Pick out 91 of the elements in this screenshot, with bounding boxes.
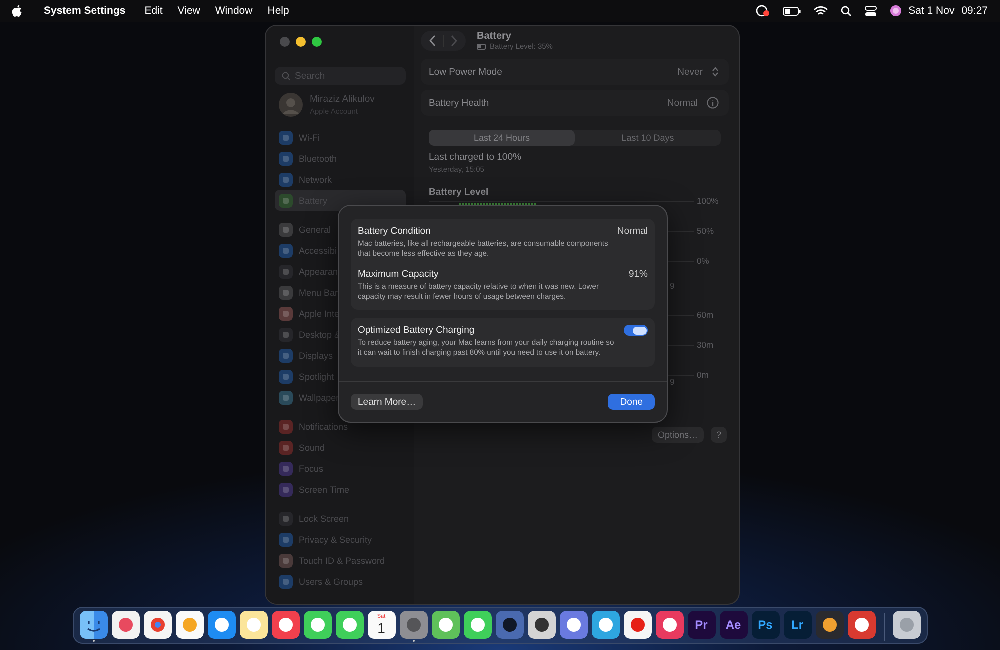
app-icon[interactable] — [560, 611, 588, 639]
setting-tile-icon — [279, 194, 293, 208]
zoom-button[interactable] — [312, 37, 322, 47]
app-icon[interactable] — [176, 611, 204, 639]
pane-title: Battery — [477, 31, 512, 42]
app-icon[interactable] — [656, 611, 684, 639]
done-button[interactable]: Done — [608, 394, 655, 410]
menu-item[interactable]: Window — [215, 5, 253, 17]
app-icon[interactable] — [144, 611, 172, 639]
axis-label: 30m — [697, 340, 714, 350]
dock-app-button[interactable]: Lr — [784, 611, 812, 639]
setting-tile-icon — [279, 512, 293, 526]
apple-logo-icon[interactable] — [12, 4, 23, 18]
menu-date[interactable]: Sat 1 Nov — [908, 5, 955, 17]
app-icon[interactable] — [592, 611, 620, 639]
setting-tile-icon — [279, 440, 293, 454]
setting-value[interactable]: Never — [678, 66, 703, 78]
setting-tile-icon — [279, 152, 293, 166]
axis-label: 0m — [697, 370, 709, 380]
app-icon[interactable] — [848, 611, 876, 639]
app-icon[interactable] — [272, 611, 300, 639]
menu-item[interactable]: Help — [268, 5, 290, 17]
toggle-switch[interactable] — [624, 325, 648, 336]
last-charged-text: Last charged to 100% — [429, 152, 522, 163]
stepper-icon[interactable] — [712, 67, 719, 77]
axis-label: 100% — [697, 196, 719, 206]
setting-tile-icon — [279, 244, 293, 258]
app-icon[interactable] — [816, 611, 844, 639]
setting-tile-icon — [279, 328, 293, 342]
setting-tile-icon — [279, 462, 293, 476]
info-icon[interactable] — [707, 97, 719, 109]
app-menu[interactable]: System Settings — [44, 5, 126, 17]
row-title: Maximum Capacity — [358, 268, 439, 280]
chart-title: Battery Level — [429, 187, 490, 198]
wifi-icon[interactable] — [814, 6, 828, 16]
app-icon[interactable] — [112, 611, 140, 639]
minimize-button[interactable] — [296, 37, 306, 47]
menu-clock[interactable]: 09:27 — [962, 5, 988, 17]
setting-tile-icon — [279, 306, 293, 320]
setting-tile-icon — [279, 222, 293, 236]
menu-item[interactable]: Edit — [144, 5, 163, 17]
dock-app-button[interactable]: Ps — [752, 611, 780, 639]
setting-tile-icon — [279, 532, 293, 546]
app-icon[interactable] — [208, 611, 236, 639]
range-tab[interactable]: Last 24 Hours — [429, 130, 575, 146]
app-icon[interactable] — [624, 611, 652, 639]
dock-app-button[interactable]: Pr — [688, 611, 716, 639]
axis-label: 60m — [697, 310, 714, 320]
help-button[interactable]: ? — [711, 427, 727, 443]
search-icon — [282, 72, 291, 81]
battery-icon[interactable] — [782, 6, 801, 16]
record-icon[interactable] — [756, 5, 770, 17]
setting-tile-icon — [279, 130, 293, 144]
setting-tile-icon — [279, 172, 293, 186]
app-icon[interactable] — [528, 611, 556, 639]
app-icon[interactable] — [304, 611, 332, 639]
app-icon[interactable] — [432, 611, 460, 639]
app-icon[interactable] — [336, 611, 364, 639]
setting-tile-icon — [279, 574, 293, 588]
back-icon[interactable] — [429, 35, 437, 47]
search-icon[interactable] — [840, 6, 852, 16]
setting-label: Battery Health — [429, 98, 490, 108]
dock-app-button[interactable]: Ae — [720, 611, 748, 639]
app-icon[interactable] — [892, 611, 920, 639]
range-tab[interactable]: Last 10 Days — [575, 130, 721, 146]
setting-tile-icon — [279, 348, 293, 362]
app-icon[interactable] — [464, 611, 492, 639]
assistant-icon[interactable] — [890, 5, 902, 17]
navigation-control[interactable] — [421, 31, 466, 51]
setting-tile-icon — [279, 482, 293, 496]
setting-label: Low Power Mode — [429, 66, 502, 78]
row-value: 91% — [628, 268, 648, 280]
setting-value: Normal — [667, 98, 698, 108]
app-icon[interactable] — [80, 611, 108, 639]
options-button[interactable]: Options… — [652, 427, 704, 443]
axis-label: 0% — [697, 256, 710, 266]
setting-tile-icon — [279, 264, 293, 278]
setting-tile-icon — [279, 390, 293, 404]
control-center-icon[interactable] — [864, 6, 877, 16]
axis-label: 50% — [697, 226, 714, 236]
row-title: Battery Condition — [358, 226, 431, 237]
battery-icon — [477, 44, 487, 50]
row-value: Normal — [617, 226, 648, 237]
menu-item[interactable]: View — [178, 5, 200, 17]
row-title: Optimized Battery Charging — [358, 325, 475, 336]
setting-tile-icon — [279, 370, 293, 384]
app-icon[interactable] — [240, 611, 268, 639]
learn-more-button[interactable]: Learn More… — [351, 394, 424, 410]
setting-tile-icon — [279, 554, 293, 568]
setting-tile-icon — [279, 286, 293, 300]
setting-tile-icon — [279, 420, 293, 434]
